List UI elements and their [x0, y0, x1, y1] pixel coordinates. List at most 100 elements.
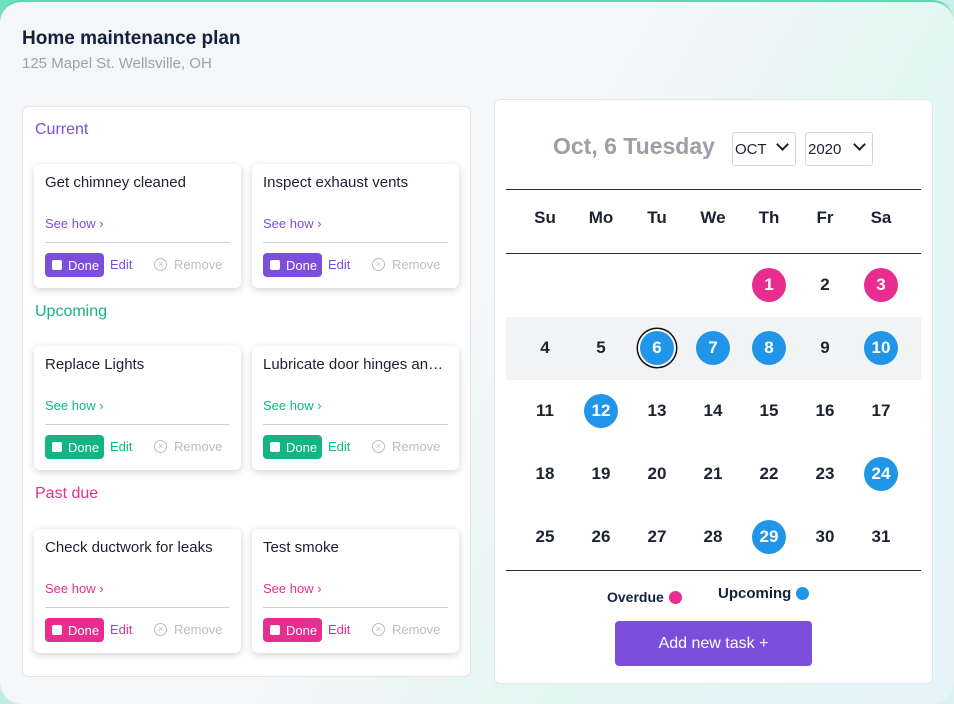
calendar-day-6[interactable]: 6: [640, 331, 674, 365]
remove-link[interactable]: × Remove: [154, 622, 222, 637]
divider: [263, 607, 448, 608]
section-current-heading: Current: [35, 121, 89, 138]
weekday-su: Su: [534, 208, 556, 227]
x-circle-icon: ×: [372, 440, 385, 453]
checkbox-icon: [52, 260, 62, 270]
calendar-day-20[interactable]: 20: [640, 457, 674, 491]
calendar-day-27[interactable]: 27: [640, 520, 674, 554]
checkbox-icon: [270, 625, 280, 635]
done-button[interactable]: Done: [45, 253, 104, 277]
divider: [45, 607, 230, 608]
divider: [263, 424, 448, 425]
see-how-link[interactable]: See how ›: [45, 581, 104, 596]
selected-date-label: Oct, 6 Tuesday: [553, 133, 715, 159]
calendar-day-5[interactable]: 5: [584, 331, 618, 365]
remove-link[interactable]: × Remove: [372, 439, 440, 454]
legend-overdue: Overdue: [607, 589, 682, 605]
edit-link[interactable]: Edit: [110, 439, 132, 454]
divider: [263, 242, 448, 243]
task-title: Inspect exhaust vents: [263, 174, 409, 191]
year-select[interactable]: 2020: [805, 132, 873, 166]
task-title: Check ductwork for leaks: [45, 539, 213, 556]
done-button[interactable]: Done: [263, 435, 322, 459]
calendar-day-21[interactable]: 21: [696, 457, 730, 491]
x-circle-icon: ×: [372, 258, 385, 271]
calendar-day-9[interactable]: 9: [808, 331, 842, 365]
calendar-day-16[interactable]: 16: [808, 394, 842, 428]
calendar-day-15[interactable]: 15: [752, 394, 786, 428]
task-card: Lubricate door hinges and locks See how …: [252, 346, 459, 470]
divider: [45, 424, 230, 425]
task-card: Test smoke See how › Done Edit × Remove: [252, 529, 459, 653]
app-window: Home maintenance plan 125 Mapel St. Well…: [0, 0, 954, 704]
calendar-day-30[interactable]: 30: [808, 520, 842, 554]
calendar-day-17[interactable]: 17: [864, 394, 898, 428]
see-how-link[interactable]: See how ›: [45, 216, 104, 231]
calendar-day-28[interactable]: 28: [696, 520, 730, 554]
calendar-day-23[interactable]: 23: [808, 457, 842, 491]
calendar-day-14[interactable]: 14: [696, 394, 730, 428]
calendar-day-7[interactable]: 7: [696, 331, 730, 365]
task-card: Inspect exhaust vents See how › Done Edi…: [252, 164, 459, 288]
x-circle-icon: ×: [154, 440, 167, 453]
calendar-day-31[interactable]: 31: [864, 520, 898, 554]
see-how-link[interactable]: See how ›: [263, 398, 322, 413]
calendar-day-3[interactable]: 3: [864, 268, 898, 302]
edit-link[interactable]: Edit: [110, 257, 132, 272]
weekday-th: Th: [758, 208, 780, 227]
calendar-day-11[interactable]: 11: [528, 394, 562, 428]
remove-link[interactable]: × Remove: [372, 257, 440, 272]
see-how-link[interactable]: See how ›: [263, 216, 322, 231]
checkbox-icon: [52, 625, 62, 635]
month-select[interactable]: OCT: [732, 132, 796, 166]
calendar-day-10[interactable]: 10: [864, 331, 898, 365]
chevron-right-icon: ›: [317, 216, 322, 231]
remove-link[interactable]: × Remove: [154, 439, 222, 454]
chevron-right-icon: ›: [317, 398, 322, 413]
section-upcoming-heading: Upcoming: [35, 303, 108, 320]
calendar-panel: Oct, 6 Tuesday OCT 2020 Su Mo Tu We Th Fr Sa 1…: [494, 99, 933, 684]
section-past-due-heading: Past due: [35, 485, 99, 502]
checkbox-icon: [52, 442, 62, 452]
edit-link[interactable]: Edit: [110, 622, 132, 637]
see-how-link[interactable]: See how ›: [45, 398, 104, 413]
weekday-mo: Mo: [588, 208, 614, 227]
weekday-fr: Fr: [816, 208, 834, 227]
calendar-day-8[interactable]: 8: [752, 331, 786, 365]
calendar-day-22[interactable]: 22: [752, 457, 786, 491]
tasks-panel: Current Upcoming Past due Get chimney cl…: [22, 106, 471, 677]
weekday-we: We: [700, 208, 726, 227]
chevron-down-icon: [776, 138, 789, 151]
edit-link[interactable]: Edit: [328, 257, 350, 272]
add-new-task-button[interactable]: Add new task +: [615, 621, 812, 666]
calendar-day-13[interactable]: 13: [640, 394, 674, 428]
calendar-day-1[interactable]: 1: [752, 268, 786, 302]
calendar-day-29[interactable]: 29: [752, 520, 786, 554]
task-title: Test smoke: [263, 539, 339, 556]
remove-link[interactable]: × Remove: [372, 622, 440, 637]
done-button[interactable]: Done: [45, 435, 104, 459]
remove-link[interactable]: × Remove: [154, 257, 222, 272]
calendar-day-4[interactable]: 4: [528, 331, 562, 365]
calendar-day-2[interactable]: 2: [808, 268, 842, 302]
edit-link[interactable]: Edit: [328, 439, 350, 454]
blue-dot-icon: [796, 587, 810, 600]
edit-link[interactable]: Edit: [328, 622, 350, 637]
calendar-day-12[interactable]: 12: [584, 394, 618, 428]
page-title: Home maintenance plan: [22, 28, 241, 49]
calendar-day-19[interactable]: 19: [584, 457, 618, 491]
x-circle-icon: ×: [154, 258, 167, 271]
task-title: Get chimney cleaned: [45, 174, 186, 191]
task-title: Lubricate door hinges and locks: [263, 356, 451, 373]
calendar-day-26[interactable]: 26: [584, 520, 618, 554]
done-button[interactable]: Done: [45, 618, 104, 642]
calendar-day-18[interactable]: 18: [528, 457, 562, 491]
done-button[interactable]: Done: [263, 618, 322, 642]
checkbox-icon: [270, 442, 280, 452]
chevron-down-icon: [853, 138, 866, 151]
see-how-link[interactable]: See how ›: [263, 581, 322, 596]
calendar-day-24[interactable]: 24: [864, 457, 898, 491]
task-card: Get chimney cleaned See how › Done Edit …: [34, 164, 241, 288]
done-button[interactable]: Done: [263, 253, 322, 277]
calendar-day-25[interactable]: 25: [528, 520, 562, 554]
